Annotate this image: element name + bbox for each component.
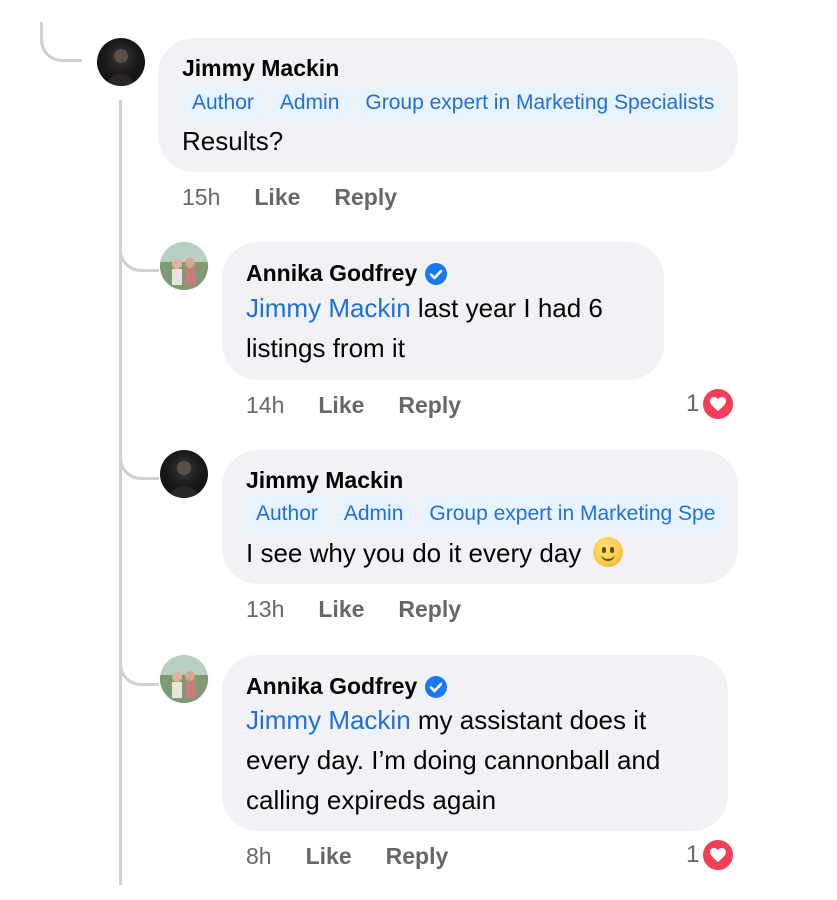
badge-author[interactable]: Author xyxy=(246,497,328,531)
comment-text-line: every day. I’m doing cannonball and xyxy=(246,745,661,775)
avatar[interactable] xyxy=(160,242,208,290)
mention-link[interactable]: Jimmy Mackin xyxy=(246,293,411,323)
author-name-link[interactable]: Jimmy Mackin xyxy=(182,55,339,82)
reply-button[interactable]: Reply xyxy=(386,843,449,870)
person-silhouette-icon xyxy=(170,461,198,498)
thread-connector-top xyxy=(40,22,82,62)
badge-group-expert[interactable]: Group expert in Marketing Specialists xyxy=(355,86,725,120)
thread-connector-reply-3 xyxy=(119,646,159,686)
reply-button[interactable]: Reply xyxy=(398,596,461,623)
verified-badge-icon xyxy=(425,675,448,698)
reply-button[interactable]: Reply xyxy=(398,392,461,419)
timestamp[interactable]: 14h xyxy=(246,392,284,419)
heart-icon xyxy=(701,838,736,872)
timestamp[interactable]: 8h xyxy=(246,843,272,870)
comment-actions: 8h Like Reply xyxy=(246,843,482,870)
reaction-summary[interactable]: 1 xyxy=(686,387,736,421)
badge-row: Author Admin Group expert in Marketing S… xyxy=(182,86,762,120)
person-silhouette-icon xyxy=(107,49,135,86)
badge-row: Author Admin Group expert in Marketing S… xyxy=(246,497,762,531)
like-button[interactable]: Like xyxy=(254,184,300,211)
author-name-link[interactable]: Annika Godfrey xyxy=(246,260,417,287)
comment-text: I see why you do it every day xyxy=(246,533,623,573)
like-button[interactable]: Like xyxy=(306,843,352,870)
thread-connector-reply-1 xyxy=(119,232,159,272)
author-name-link[interactable]: Annika Godfrey xyxy=(246,673,417,700)
author-name[interactable]: Jimmy Mackin xyxy=(182,55,339,82)
group-photo-icon xyxy=(160,242,208,290)
author-name[interactable]: Annika Godfrey xyxy=(246,260,448,287)
like-button[interactable]: Like xyxy=(318,596,364,623)
comment-text: Jimmy Mackin last year I had 6 listings … xyxy=(246,288,666,368)
author-name[interactable]: Annika Godfrey xyxy=(246,673,448,700)
heart-icon xyxy=(701,387,736,421)
like-button[interactable]: Like xyxy=(318,392,364,419)
avatar[interactable] xyxy=(160,655,208,703)
comment-actions: 15h Like Reply xyxy=(182,184,431,211)
mention-link[interactable]: Jimmy Mackin xyxy=(246,705,411,735)
verified-badge-icon xyxy=(425,262,448,285)
comment-actions: 14h Like Reply xyxy=(246,392,495,419)
avatar[interactable] xyxy=(160,450,208,498)
badge-admin[interactable]: Admin xyxy=(269,86,350,120)
comment-text-line: listings from it xyxy=(246,333,405,363)
timestamp[interactable]: 15h xyxy=(182,184,220,211)
reaction-summary[interactable]: 1 xyxy=(686,838,736,872)
badge-admin[interactable]: Admin xyxy=(333,497,414,531)
comment-text-line: last year I had 6 xyxy=(410,293,603,323)
avatar[interactable] xyxy=(97,38,145,86)
group-photo-icon xyxy=(160,655,208,703)
reply-button[interactable]: Reply xyxy=(334,184,397,211)
comment-text: Results? xyxy=(182,121,283,161)
author-name-link[interactable]: Jimmy Mackin xyxy=(246,467,403,494)
badge-group-expert[interactable]: Group expert in Marketing Spe xyxy=(419,497,726,531)
comment-text-line: calling expireds again xyxy=(246,785,497,815)
comment-text: Jimmy Mackin my assistant does it every … xyxy=(246,700,726,820)
author-name[interactable]: Jimmy Mackin xyxy=(246,467,403,494)
reaction-count: 1 xyxy=(686,390,700,417)
badge-author[interactable]: Author xyxy=(182,86,264,120)
thread-connector-reply-2 xyxy=(119,440,159,480)
thread-line xyxy=(119,100,122,885)
slightly-smiling-face-icon xyxy=(592,537,623,568)
comment-actions: 13h Like Reply xyxy=(246,596,495,623)
comment-text-body: I see why you do it every day xyxy=(246,538,582,568)
reaction-count: 1 xyxy=(686,841,700,868)
timestamp[interactable]: 13h xyxy=(246,596,284,623)
comment-text-body: Results? xyxy=(182,126,284,156)
comment-text-line: my assistant does it xyxy=(410,705,647,735)
